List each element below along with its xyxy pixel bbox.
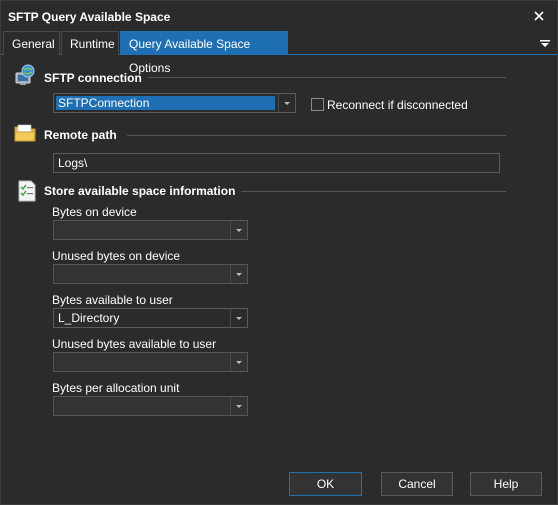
sftp-connection-heading: SFTP connection xyxy=(44,71,142,85)
chevron-down-icon[interactable] xyxy=(230,265,247,283)
chevron-down-icon[interactable] xyxy=(230,221,247,239)
bytes-available-to-user-value: L_Directory xyxy=(58,311,120,325)
sftp-connection-value: SFTPConnection xyxy=(56,96,275,110)
section-divider xyxy=(241,191,506,192)
section-divider xyxy=(148,77,506,78)
dialog-window: SFTP Query Available Space General Runti… xyxy=(0,0,558,505)
chevron-down-icon[interactable] xyxy=(278,94,295,112)
cancel-button[interactable]: Cancel xyxy=(381,472,453,496)
bytes-available-to-user-label: Bytes available to user xyxy=(52,293,173,307)
bytes-on-device-label: Bytes on device xyxy=(52,205,137,219)
unused-bytes-available-to-user-combo[interactable] xyxy=(53,352,248,372)
folder-icon xyxy=(13,121,37,145)
sftp-connection-combo[interactable]: SFTPConnection xyxy=(53,93,296,113)
bytes-on-device-combo[interactable] xyxy=(53,220,248,240)
globe-computer-icon xyxy=(13,64,37,88)
chevron-down-icon[interactable] xyxy=(230,353,247,371)
tab-bar: General Runtime Query Available Space Op… xyxy=(1,31,557,75)
section-divider xyxy=(127,135,506,136)
chevron-down-icon[interactable] xyxy=(230,397,247,415)
tab-runtime[interactable]: Runtime xyxy=(61,31,119,55)
close-icon[interactable] xyxy=(531,8,547,24)
remote-path-heading: Remote path xyxy=(44,128,117,142)
tab-query-available-space-options[interactable]: Query Available Space Options xyxy=(120,31,288,75)
unused-bytes-on-device-combo[interactable] xyxy=(53,264,248,284)
title-bar: SFTP Query Available Space xyxy=(1,1,557,31)
tab-general[interactable]: General xyxy=(3,31,60,55)
chevron-down-icon[interactable] xyxy=(230,309,247,327)
bytes-per-allocation-unit-label: Bytes per allocation unit xyxy=(52,381,180,395)
tab-menu-icon[interactable] xyxy=(539,37,551,49)
remote-path-value: Logs\ xyxy=(58,156,88,170)
unused-bytes-on-device-label: Unused bytes on device xyxy=(52,249,181,263)
window-title: SFTP Query Available Space xyxy=(8,10,171,24)
help-button[interactable]: Help xyxy=(470,472,542,496)
remote-path-input[interactable]: Logs\ xyxy=(53,153,500,173)
reconnect-checkbox[interactable] xyxy=(311,98,324,111)
checklist-icon xyxy=(15,179,39,203)
bytes-per-allocation-unit-combo[interactable] xyxy=(53,396,248,416)
unused-bytes-available-to-user-label: Unused bytes available to user xyxy=(52,337,217,351)
store-space-heading: Store available space information xyxy=(44,184,236,198)
bytes-available-to-user-combo[interactable]: L_Directory xyxy=(53,308,248,328)
ok-button[interactable]: OK xyxy=(289,472,362,496)
reconnect-label[interactable]: Reconnect if disconnected xyxy=(327,98,468,112)
